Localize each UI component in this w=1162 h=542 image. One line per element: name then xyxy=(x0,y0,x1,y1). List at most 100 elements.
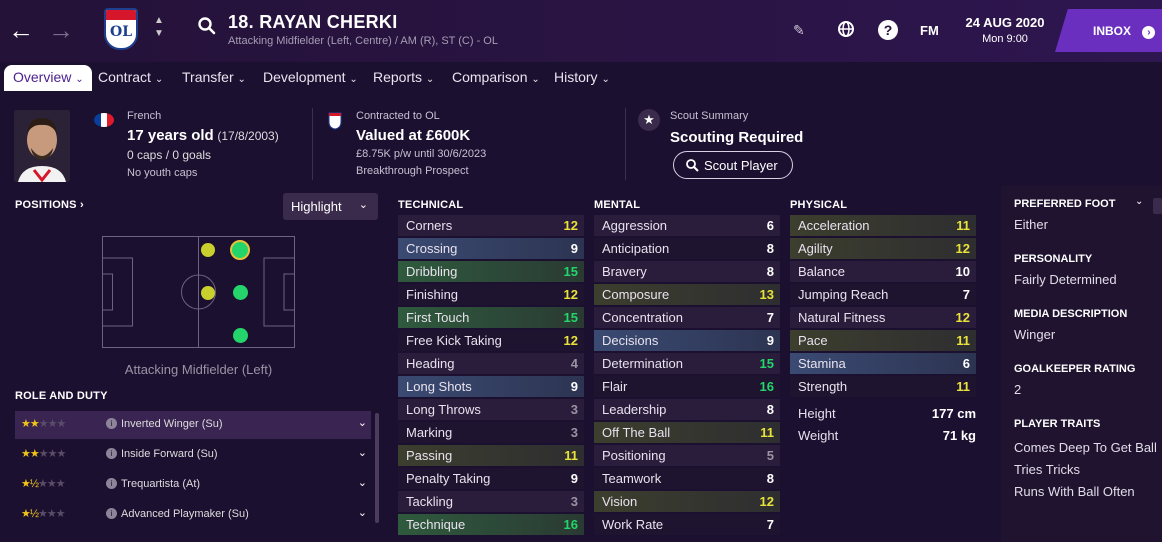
info-icon[interactable]: i xyxy=(106,418,117,429)
attribute-value: 11 xyxy=(956,333,970,348)
attribute-value: 9 xyxy=(570,379,578,394)
attribute-label: Flair xyxy=(602,379,628,394)
attribute-label: Stamina xyxy=(798,356,846,371)
role-name: Inside Forward (Su) xyxy=(121,448,218,460)
scout-button-label: Scout Player xyxy=(704,158,778,173)
chevron-down-icon: ⌄ xyxy=(358,199,368,211)
chevron-down-icon: ⌄ xyxy=(237,74,246,85)
attribute-row: Finishing 12 xyxy=(398,284,584,305)
attribute-row: Technique 16 xyxy=(398,514,584,535)
attribute-row: Composure 13 xyxy=(594,284,780,305)
info-icon[interactable]: i xyxy=(106,508,117,519)
position-dot-amr xyxy=(233,285,248,300)
attribute-value: 15 xyxy=(563,264,578,279)
positions-title[interactable]: POSITIONS › xyxy=(15,199,84,211)
player-trait: Runs With Ball Often xyxy=(1014,484,1135,499)
chevron-down-icon: ⌄ xyxy=(425,74,435,85)
date-of-birth: (17/8/2003) xyxy=(217,129,279,143)
back-arrow-icon[interactable]: ← xyxy=(8,17,34,43)
attribute-value: 7 xyxy=(766,517,774,532)
globe-icon[interactable] xyxy=(836,19,856,39)
chevron-down-icon[interactable]: ⌄ xyxy=(1135,196,1143,207)
attribute-value: 8 xyxy=(766,241,774,256)
tab-label: History xyxy=(554,69,598,85)
caps: 0 caps / 0 goals xyxy=(127,148,212,162)
club-crest-icon xyxy=(328,112,342,130)
attribute-row: Dribbling 15 xyxy=(398,261,584,282)
attribute-label: Finishing xyxy=(406,287,459,302)
attribute-value: 6 xyxy=(766,218,774,233)
tab-comparison[interactable]: Comparison ⌄ xyxy=(452,69,540,85)
role-row[interactable]: ★★★★★ i Inside Forward (Su) ⌄ xyxy=(15,441,371,469)
position-dot-stc xyxy=(233,328,248,343)
game-date: 24 AUG 2020 Mon 9:00 xyxy=(962,15,1048,45)
attribute-row: Free Kick Taking 12 xyxy=(398,330,584,351)
attribute-row: Passing 11 xyxy=(398,445,584,466)
chevron-down-icon: ⌄ xyxy=(349,74,358,85)
chevron-down-icon[interactable]: ⌄ xyxy=(358,476,367,489)
attribute-label: Determination xyxy=(602,356,683,371)
attribute-row: Corners 12 xyxy=(398,215,584,236)
attribute-row: Off The Ball 11 xyxy=(594,422,780,443)
panel-scroll-button[interactable] xyxy=(1153,198,1162,214)
attribute-label: Acceleration xyxy=(798,218,870,233)
physical-title: PHYSICAL xyxy=(790,199,848,211)
forward-arrow-icon[interactable]: → xyxy=(48,17,74,43)
role-row[interactable]: ★★★★★ i Inverted Winger (Su) ⌄ xyxy=(15,411,371,439)
info-icon[interactable]: i xyxy=(106,478,117,489)
roles-scrollbar[interactable] xyxy=(375,413,379,523)
player-switch-arrows[interactable]: ▲ ▼ xyxy=(154,14,164,40)
role-stars: ★½★★★ xyxy=(21,478,66,490)
attribute-value: 6 xyxy=(962,356,970,371)
attribute-row: Leadership 8 xyxy=(594,399,780,420)
fm-menu-button[interactable]: FM xyxy=(920,23,939,38)
search-icon[interactable] xyxy=(197,16,217,36)
tab-transfer[interactable]: Transfer ⌄ xyxy=(182,69,246,85)
attribute-row: Bravery 8 xyxy=(594,261,780,282)
attribute-row: Long Shots 9 xyxy=(398,376,584,397)
info-icon[interactable]: i xyxy=(106,448,117,459)
attribute-row: Strength 11 xyxy=(790,376,976,397)
role-row[interactable]: ★½★★★ i Trequartista (At) ⌄ xyxy=(15,471,371,499)
tab-history[interactable]: History ⌄ xyxy=(554,69,610,85)
attribute-label: Long Shots xyxy=(406,379,472,394)
chevron-down-icon[interactable]: ⌄ xyxy=(358,506,367,519)
pencil-icon[interactable]: ✎ xyxy=(793,22,805,39)
attribute-row: Natural Fitness 12 xyxy=(790,307,976,328)
highlight-dropdown[interactable]: Highlight ⌄ xyxy=(283,193,378,220)
contract-club: Contracted to OL xyxy=(356,110,440,122)
attribute-row: Penalty Taking 9 xyxy=(398,468,584,489)
search-icon xyxy=(686,159,699,172)
mental-title: MENTAL xyxy=(594,199,641,211)
help-icon[interactable]: ? xyxy=(877,19,899,41)
attribute-value: 12 xyxy=(563,218,578,233)
role-name: Trequartista (At) xyxy=(121,478,201,490)
role-row[interactable]: ★½★★★ i Advanced Playmaker (Su) ⌄ xyxy=(15,501,371,529)
player-traits-title: PLAYER TRAITS xyxy=(1014,418,1101,430)
attribute-row: Aggression 6 xyxy=(594,215,780,236)
tab-contract[interactable]: Contract ⌄ xyxy=(98,69,163,85)
chevron-down-icon[interactable]: ⌄ xyxy=(358,416,367,429)
attribute-row: Balance 10 xyxy=(790,261,976,282)
position-dot-aml xyxy=(201,243,215,257)
nationality: French xyxy=(127,110,162,122)
scout-player-button[interactable]: Scout Player xyxy=(673,151,793,179)
inbox-button[interactable]: INBOX › xyxy=(1055,9,1162,52)
tab-reports[interactable]: Reports ⌄ xyxy=(373,69,434,85)
weight-value: 71 kg xyxy=(942,428,976,443)
tab-overview[interactable]: Overview ⌄ xyxy=(4,65,92,91)
club-crest[interactable]: OL xyxy=(104,8,138,50)
media-description-title: MEDIA DESCRIPTION xyxy=(1014,308,1128,320)
chevron-down-icon[interactable]: ⌄ xyxy=(358,446,367,459)
attribute-value: 9 xyxy=(766,333,774,348)
divider xyxy=(312,108,313,180)
attribute-label: Concentration xyxy=(602,310,683,325)
attribute-value: 7 xyxy=(962,287,970,302)
attribute-row: First Touch 15 xyxy=(398,307,584,328)
tab-label: Reports xyxy=(373,69,423,85)
attribute-label: Jumping Reach xyxy=(798,287,889,302)
tab-development[interactable]: Development ⌄ xyxy=(263,69,358,85)
attribute-row: Long Throws 3 xyxy=(398,399,584,420)
attribute-value: 9 xyxy=(570,471,578,486)
player-trait: Comes Deep To Get Ball xyxy=(1014,440,1157,455)
